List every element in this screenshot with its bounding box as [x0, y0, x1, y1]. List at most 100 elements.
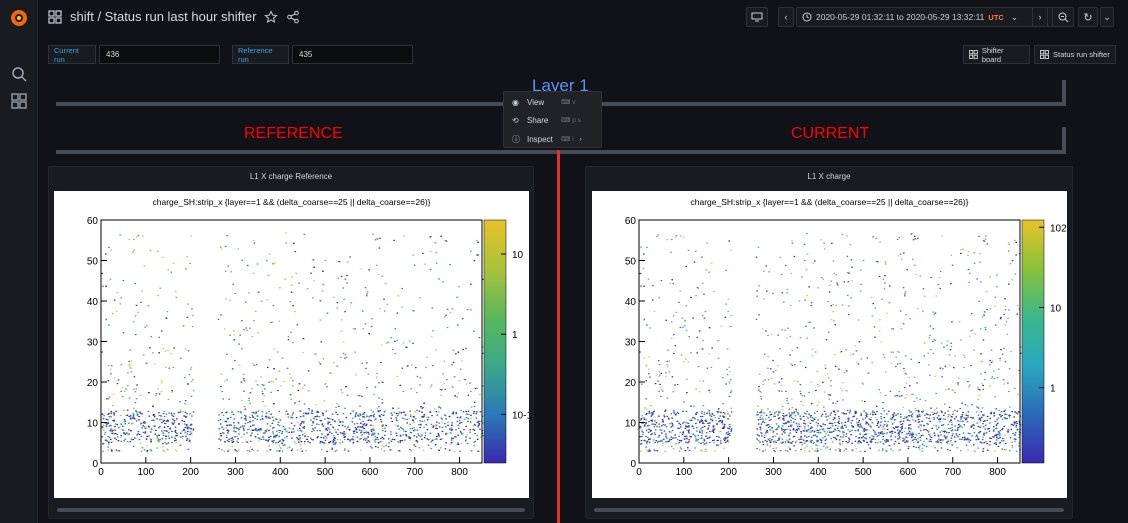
heatmap-cell — [677, 383, 679, 386]
heatmap-cell — [948, 354, 951, 356]
heatmap-cell — [116, 383, 119, 385]
heatmap-cell — [376, 372, 378, 375]
heatmap-cell — [234, 292, 236, 294]
heatmap-cell — [105, 418, 108, 420]
grafana-logo-icon[interactable] — [9, 8, 29, 28]
heatmap-cell — [836, 282, 838, 284]
refresh-button[interactable]: ↻ — [1078, 7, 1098, 27]
heatmap-cell — [694, 418, 696, 420]
heatmap-cell — [256, 384, 259, 386]
heatmap-cell — [886, 413, 888, 415]
heatmap-cell — [951, 427, 953, 429]
menu-item-view[interactable]: ◉ View ⌨ v — [512, 95, 600, 109]
tv-mode-button[interactable] — [746, 7, 768, 27]
heatmap-cell — [377, 273, 380, 276]
heatmap-cell — [124, 438, 127, 440]
heatmap-cell — [879, 392, 882, 394]
zoom-out-button[interactable] — [1052, 7, 1074, 27]
heatmap-cell — [356, 436, 359, 438]
heatmap-cell — [837, 416, 840, 418]
heatmap-cell — [449, 264, 451, 266]
reference-run-input[interactable]: 435 — [292, 45, 413, 64]
breadcrumb[interactable]: shift / Status run last hour shifter — [70, 9, 256, 24]
dashboards-icon[interactable] — [11, 93, 27, 109]
heatmap-cell — [866, 415, 868, 417]
heatmap-cell — [310, 272, 312, 274]
heatmap-cell — [970, 330, 972, 332]
heatmap-cell — [887, 440, 889, 442]
heatmap-cell — [174, 431, 177, 433]
menu-item-share[interactable]: ⟲ Share ⌨ p s — [512, 113, 600, 127]
status-run-shifter-link[interactable]: Status run shifter — [1034, 45, 1116, 64]
shifter-board-link[interactable]: Shifter board — [963, 45, 1030, 64]
heatmap-cell — [759, 416, 762, 418]
heatmap-cell — [921, 447, 924, 449]
heatmap-cell — [860, 414, 862, 416]
heatmap-cell — [160, 330, 163, 332]
heatmap-cell — [459, 450, 461, 452]
search-icon[interactable] — [11, 66, 27, 82]
heatmap-cell — [368, 333, 370, 335]
heatmap-cell — [643, 417, 645, 419]
time-range-picker[interactable]: 2020-05-29 01:32:11 to 2020-05-29 13:32:… — [796, 7, 1068, 27]
panel-current[interactable]: L1 X charge charge_SH:strip_x {layer==1 … — [585, 166, 1073, 519]
heatmap-cell — [227, 430, 230, 433]
menu-item-inspect[interactable]: ⓘ Inspect ⌨ i › — [512, 132, 600, 146]
heatmap-cell — [863, 410, 865, 412]
heatmap-cell — [102, 450, 104, 452]
heatmap-cell — [115, 438, 118, 440]
heatmap-cell — [849, 430, 851, 433]
time-back-button[interactable]: ‹ — [778, 7, 794, 27]
heatmap-cell — [925, 438, 928, 440]
refresh-interval-dropdown[interactable]: ⌄ — [1100, 7, 1114, 27]
heatmap-cell — [186, 316, 189, 318]
heatmap-cell — [947, 440, 949, 442]
heatmap-cell — [364, 323, 367, 325]
heatmap-cell — [865, 438, 868, 440]
heatmap-cell — [421, 408, 424, 410]
heatmap-cell — [120, 436, 122, 438]
heatmap-cell — [346, 282, 348, 284]
panel-title[interactable]: L1 X charge Reference — [49, 172, 533, 181]
heatmap-cell — [898, 391, 901, 393]
heatmap-cell — [240, 417, 243, 419]
heatmap-cell — [811, 436, 813, 438]
heatmap-cell — [397, 295, 400, 297]
heatmap-cell — [413, 264, 416, 266]
heatmap-cell — [275, 450, 278, 452]
heatmap-cell — [338, 424, 340, 426]
heatmap-cell — [1008, 368, 1011, 370]
heatmap-cell — [782, 422, 785, 425]
heatmap-cell — [909, 385, 911, 387]
heatmap-cell — [273, 426, 275, 429]
heatmap-cell — [278, 425, 281, 427]
heatmap-cell — [479, 428, 481, 430]
time-forward-button[interactable]: › — [1032, 7, 1048, 27]
heatmap-cell — [415, 367, 417, 369]
heatmap-cell — [685, 425, 688, 427]
heatmap-cell — [156, 250, 159, 252]
heatmap-cell — [163, 430, 166, 432]
heatmap-cell — [781, 329, 783, 331]
heatmap-cell — [766, 424, 768, 426]
share-icon[interactable] — [286, 10, 300, 24]
heatmap-cell — [929, 438, 932, 440]
panel-scrollbar[interactable] — [57, 508, 525, 512]
current-run-input[interactable]: 436 — [99, 45, 220, 64]
heatmap-cell — [403, 411, 405, 413]
heatmap-cell — [102, 443, 104, 445]
panel-scrollbar[interactable] — [594, 508, 1064, 512]
heatmap-cell — [795, 408, 797, 410]
heatmap-cell — [700, 412, 703, 415]
heatmap-cell — [698, 442, 700, 444]
star-icon[interactable] — [264, 9, 279, 24]
heatmap-cell — [905, 355, 907, 357]
heatmap-cell — [862, 439, 865, 441]
heatmap-cell — [162, 348, 165, 350]
heatmap-cell — [379, 419, 382, 421]
panel-reference[interactable]: L1 X charge Reference charge_SH:strip_x … — [48, 166, 534, 519]
panel-title[interactable]: L1 X charge — [586, 172, 1072, 181]
heatmap-cell — [388, 442, 390, 444]
heatmap-cell — [186, 413, 188, 415]
heatmap-cell — [395, 424, 397, 426]
